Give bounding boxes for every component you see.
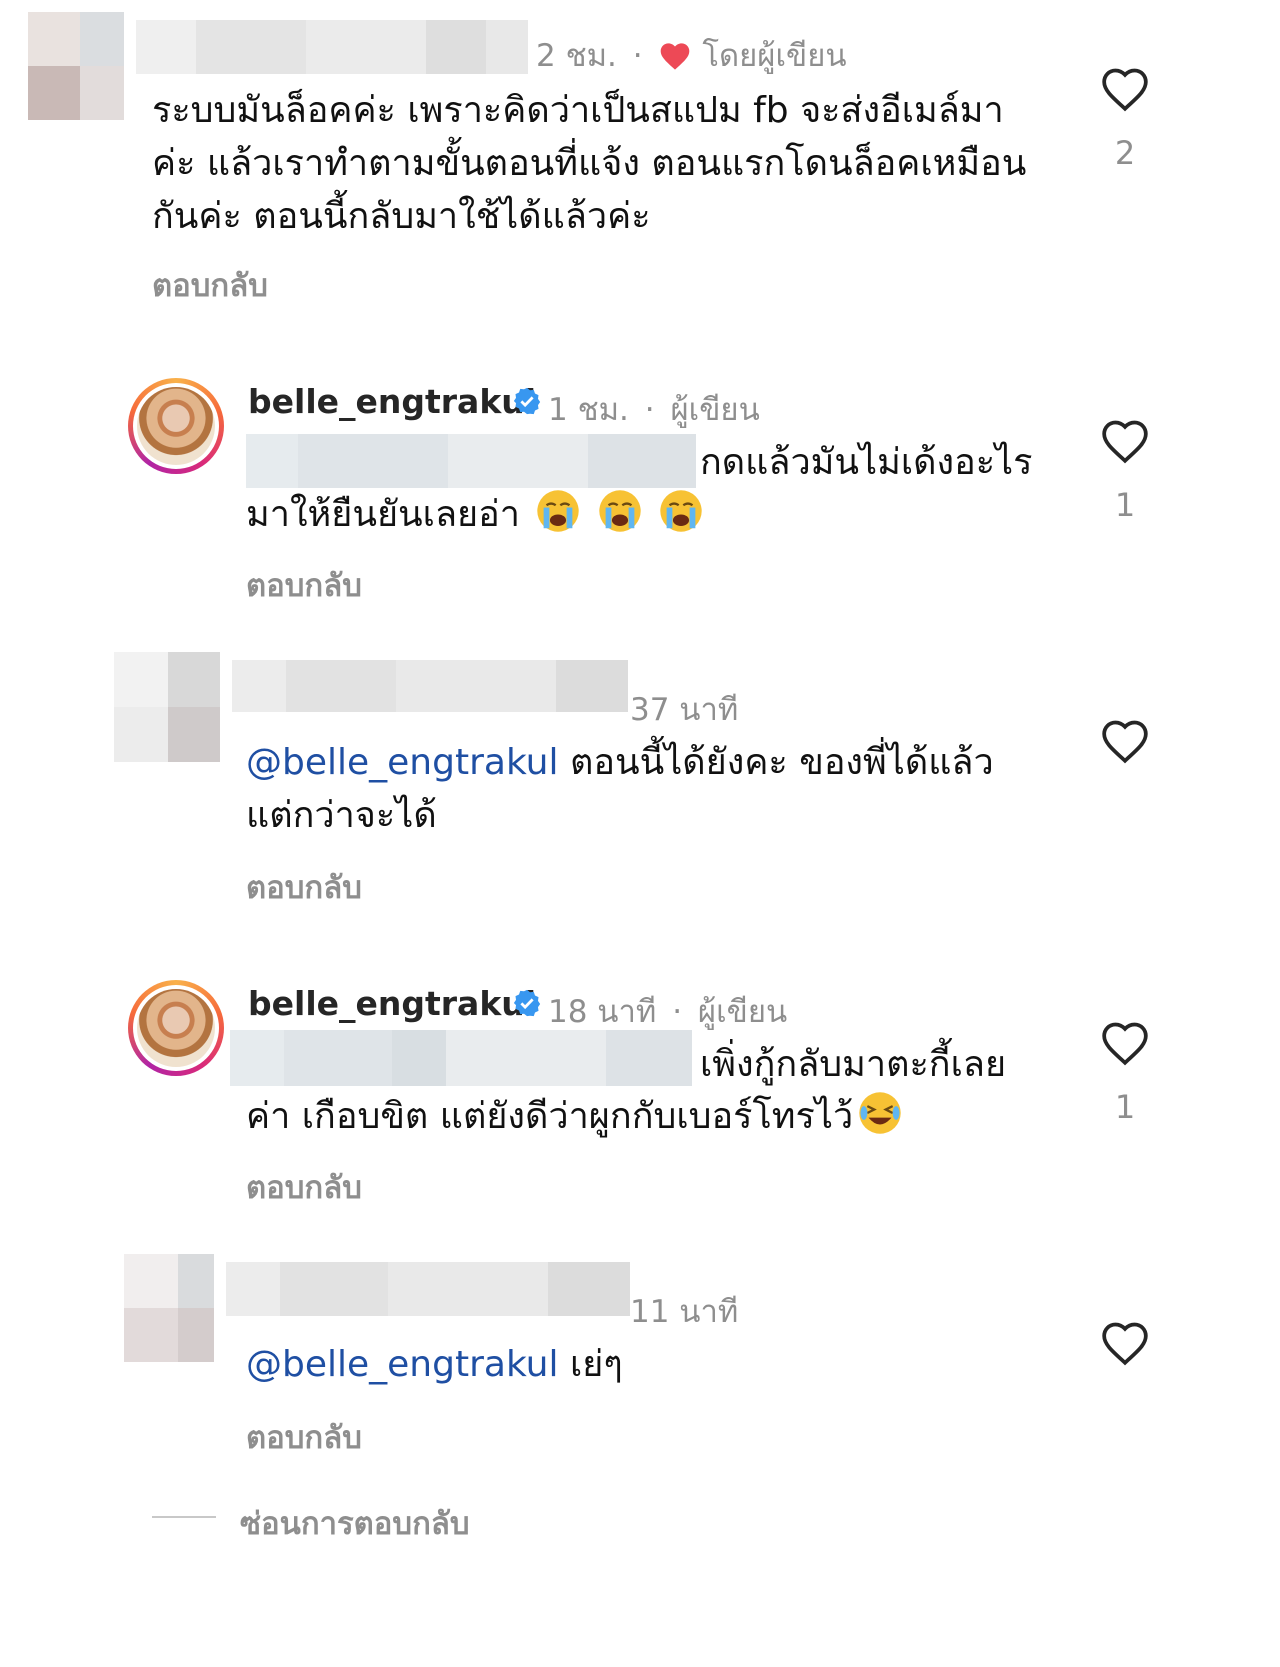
username-blurred[interactable] <box>232 660 628 712</box>
mention-blurred <box>246 434 696 488</box>
comment-line-with-emoji: ค่า เกือบขิต แต่ยังดีว่าผูกกับเบอร์โทรไว… <box>246 1090 903 1143</box>
comment-line-with-mention: @belle_engtrakul เย่ๆ <box>246 1338 623 1391</box>
username-blurred[interactable] <box>136 20 528 74</box>
comment-line: ตอนนี้ได้ยังคะ ของพี่ได้แล้ว <box>569 742 994 783</box>
laughing-tears-emoji <box>859 1092 901 1134</box>
avatar[interactable] <box>128 378 224 474</box>
heart-icon[interactable] <box>1100 1020 1150 1066</box>
heart-icon[interactable] <box>1100 418 1150 464</box>
comment-meta: 1 ชม. · ผู้เขียน <box>548 384 760 434</box>
avatar-blurred[interactable] <box>114 652 220 762</box>
comment-meta: 2 ชม. · โดยผู้เขียน <box>536 30 847 80</box>
liked-by-author-label: โดยผู้เขียน <box>702 38 847 74</box>
comment-line: ค่า เกือบขิต แต่ยังดีว่าผูกกับเบอร์โทรไว… <box>246 1096 854 1137</box>
separator-dot: · <box>644 392 655 428</box>
crying-face-emoji <box>599 490 641 532</box>
comment-line: กดแล้วมันไม่เด้งอะไร <box>700 442 1033 483</box>
avatar-blurred[interactable] <box>28 12 124 120</box>
separator-dot: · <box>632 38 643 74</box>
username[interactable]: belle_engtrakul <box>248 984 536 1023</box>
timestamp: 18 นาที <box>548 994 657 1030</box>
comment-line: ค่ะ แล้วเราทำตามขั้นตอนที่แจ้ง ตอนแรกโดน… <box>152 143 1027 184</box>
like-count: 2 <box>1114 134 1136 172</box>
mention-link[interactable]: @belle_engtrakul <box>246 742 559 783</box>
reply-button[interactable]: ตอบกลับ <box>152 260 268 310</box>
username[interactable]: belle_engtrakul <box>248 382 536 421</box>
mention-link[interactable]: @belle_engtrakul <box>246 1344 559 1385</box>
heart-icon[interactable] <box>1100 718 1150 764</box>
verified-badge-icon <box>513 989 541 1017</box>
comment-meta: 18 นาที · ผู้เขียน <box>548 986 787 1036</box>
comment-line: เพิ่งกู้กลับมาตะกี้เลย <box>700 1044 1007 1085</box>
author-label: ผู้เขียน <box>670 392 760 428</box>
crying-face-emoji <box>537 490 580 532</box>
comment-line-with-emoji: มาให้ยืนยันเลยอ่า <box>246 488 704 541</box>
timestamp: 11 นาที <box>630 1294 739 1330</box>
like-count: 1 <box>1114 486 1136 524</box>
reply-button[interactable]: ตอบกลับ <box>246 862 362 912</box>
verified-badge-icon <box>513 387 541 415</box>
like-count: 1 <box>1114 1088 1136 1126</box>
reply-button[interactable]: ตอบกลับ <box>246 560 362 610</box>
separator-dot: · <box>672 994 683 1030</box>
crying-face-emoji <box>660 490 703 532</box>
author-label: ผู้เขียน <box>697 994 788 1030</box>
mention-blurred <box>230 1030 692 1086</box>
avatar-blurred[interactable] <box>124 1254 214 1362</box>
heart-icon[interactable] <box>1100 66 1150 112</box>
timestamp: 37 นาที <box>630 692 739 728</box>
heart-icon[interactable] <box>1100 1320 1150 1366</box>
reply-button[interactable]: ตอบกลับ <box>246 1412 362 1462</box>
comment-line-with-mention: @belle_engtrakul ตอนนี้ได้ยังคะ ของพี่ได… <box>246 736 994 789</box>
comment-line: แต่กว่าจะได้ <box>246 795 437 836</box>
comment-line: มาให้ยืนยันเลยอ่า <box>246 494 520 535</box>
username-blurred[interactable] <box>226 1262 630 1316</box>
comment-line: เย่ๆ <box>569 1344 623 1385</box>
heart-filled-icon <box>661 43 690 70</box>
hide-replies-button[interactable]: ซ่อนการตอบกลับ <box>240 1498 470 1548</box>
comment-line: กันค่ะ ตอนนี้กลับมาใช้ได้แล้วค่ะ <box>152 196 651 237</box>
comment-text: ระบบมันล็อคค่ะ เพราะคิดว่าเป็นสแปม fb จะ… <box>152 84 1026 243</box>
hide-replies-divider <box>152 1516 216 1518</box>
avatar[interactable] <box>128 980 224 1076</box>
comment-line: ระบบมันล็อคค่ะ เพราะคิดว่าเป็นสแปม fb จะ… <box>152 90 1004 131</box>
timestamp: 1 ชม. <box>548 392 629 428</box>
reply-button[interactable]: ตอบกลับ <box>246 1162 362 1212</box>
timestamp: 2 ชม. <box>536 38 617 74</box>
